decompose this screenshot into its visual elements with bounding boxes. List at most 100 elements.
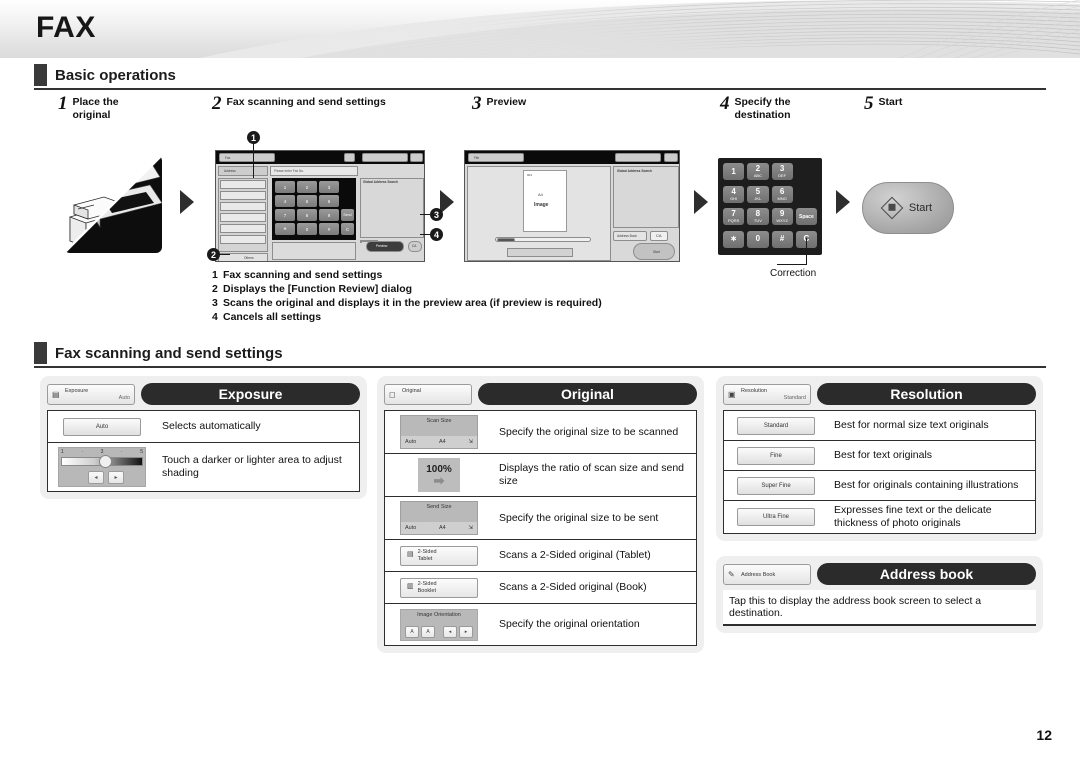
send-size-desc: Specify the original size to be sent bbox=[499, 511, 659, 524]
exposure-slider-knob[interactable] bbox=[99, 455, 112, 468]
keypad-2[interactable]: 2 bbox=[297, 181, 317, 193]
original-key-button[interactable]: ◻ Original bbox=[384, 383, 472, 405]
hw-key-asterisk[interactable]: ∗ bbox=[723, 230, 745, 248]
exposure-lighter-button[interactable]: ◂ bbox=[88, 471, 104, 484]
settings-icon[interactable] bbox=[410, 153, 423, 162]
address-book-key-button[interactable]: ✎ Address Book bbox=[723, 563, 811, 585]
settings-item-exposure[interactable] bbox=[220, 180, 266, 189]
keypad-9[interactable]: 9 bbox=[319, 209, 339, 221]
send-size-left: Auto bbox=[405, 525, 417, 531]
settings-item-job-build[interactable] bbox=[220, 213, 266, 222]
resolution-ultra-fine-widget: Ultra Fine bbox=[724, 508, 828, 526]
image-orientation-tile[interactable]: Image Orientation A A ◂ ▸ bbox=[400, 608, 478, 641]
orientation-portrait-down-button[interactable]: A bbox=[421, 625, 435, 638]
resolution-standard-button[interactable]: Standard bbox=[737, 416, 815, 435]
exposure-darker-button[interactable]: ▸ bbox=[108, 471, 124, 484]
exposure-key-button[interactable]: ▤ Exposure Auto bbox=[47, 383, 135, 405]
exposure-slider[interactable]: 1 · 3 · 5 ◂ ▸ bbox=[58, 447, 146, 487]
hw-key-9[interactable]: 9 WXYZ bbox=[771, 208, 793, 225]
hw-key-8[interactable]: 8 TUV bbox=[747, 208, 769, 225]
table-row: Send Size Auto A4 ⇲ Specify the original… bbox=[385, 497, 696, 540]
resolution-ultra-fine-button[interactable]: Ultra Fine bbox=[737, 508, 815, 526]
orientation-portrait-up-button[interactable]: A bbox=[405, 625, 419, 638]
hw-key-space[interactable]: Space bbox=[795, 208, 817, 225]
send-size-mid: A4 bbox=[438, 525, 446, 531]
page-banner: FAX bbox=[0, 0, 1080, 58]
correction-leader-v bbox=[806, 238, 807, 265]
keypad-clear[interactable]: C bbox=[341, 223, 354, 235]
section-title-fax-settings: Fax scanning and send settings bbox=[55, 345, 283, 362]
two-sided-tablet-button[interactable]: ▤ 2-Sided Tablet bbox=[400, 545, 478, 566]
keypad-hash[interactable]: # bbox=[319, 223, 339, 235]
hw-key-3[interactable]: 3 DEF bbox=[771, 163, 793, 180]
callout-4-leader bbox=[420, 234, 430, 235]
section-rule-fax-settings bbox=[34, 366, 1046, 368]
two-sided-booklet-button[interactable]: ▥ 2-Sided Booklet bbox=[400, 577, 478, 598]
keypad-send[interactable]: Send bbox=[341, 209, 354, 221]
keypad-5[interactable]: 5 bbox=[297, 195, 317, 207]
global-address-search-panel[interactable] bbox=[360, 178, 424, 238]
hw-key-8-sub: TUV bbox=[753, 218, 762, 223]
note-1-text: Fax scanning and send settings bbox=[223, 269, 383, 281]
exposure-tick-3: 3 bbox=[100, 449, 104, 455]
exposure-auto-widget: Auto bbox=[48, 417, 156, 436]
keypad-4[interactable]: 4 bbox=[275, 195, 295, 207]
exposure-tick-1: 1 bbox=[61, 449, 64, 455]
scan-size-tile[interactable]: Scan Size Auto A4 ⇲ bbox=[400, 415, 478, 449]
hw-key-5-main: 5 bbox=[755, 186, 761, 196]
step-label-4: 4 Specify the destination bbox=[720, 94, 791, 121]
ratio-tile[interactable]: 100% ➡ bbox=[418, 458, 460, 492]
send-size-expand-icon[interactable]: ⇲ bbox=[468, 525, 473, 531]
table-row: Standard Best for normal size text origi… bbox=[724, 411, 1035, 441]
keypad-3[interactable]: 3 bbox=[319, 181, 339, 193]
resolution-key-button[interactable]: ▣ Resolution Standard bbox=[723, 383, 811, 405]
hw-key-4[interactable]: 4 GHI bbox=[723, 185, 745, 203]
card-exposure-title: Exposure bbox=[141, 383, 360, 405]
hw-key-1[interactable]: 1 bbox=[723, 163, 745, 180]
preview-page[interactable] bbox=[523, 170, 567, 232]
exposure-key-label: Exposure bbox=[65, 387, 89, 394]
two-sided-tablet-desc: Scans a 2-Sided original (Tablet) bbox=[499, 549, 651, 561]
orientation-landscape-left-button[interactable]: ◂ bbox=[443, 625, 457, 638]
send-size-tile[interactable]: Send Size Auto A4 ⇲ bbox=[400, 501, 478, 535]
settings-item-original[interactable] bbox=[220, 202, 266, 211]
resolution-fine-button[interactable]: Fine bbox=[737, 446, 815, 465]
job-status-button[interactable] bbox=[362, 153, 408, 162]
settings-item-slow-scan[interactable] bbox=[220, 224, 266, 233]
hw-key-0-main: 0 bbox=[755, 234, 761, 243]
scan-size-expand-icon[interactable]: ⇲ bbox=[468, 439, 473, 445]
cancel-all-label: CA bbox=[412, 244, 417, 248]
hw-key-2-main: 2 bbox=[755, 164, 761, 173]
divider bbox=[360, 240, 378, 242]
settings-item-mixed-size[interactable] bbox=[220, 235, 266, 244]
preview-toolbar[interactable] bbox=[507, 248, 573, 257]
hw-key-7[interactable]: 7 PQRS bbox=[723, 208, 745, 225]
hw-key-hash[interactable]: # bbox=[771, 230, 793, 248]
two-sided-booklet-text: 2-Sided Booklet bbox=[418, 581, 437, 594]
hw-key-0[interactable]: 0 bbox=[747, 230, 769, 248]
preview-address-panel[interactable] bbox=[613, 166, 679, 228]
exposure-auto-button[interactable]: Auto bbox=[63, 417, 141, 436]
keypad-0[interactable]: 0 bbox=[297, 223, 317, 235]
keypad-8[interactable]: 8 bbox=[297, 209, 317, 221]
original-icon: ◻ bbox=[389, 389, 396, 399]
hw-key-5[interactable]: 5 JKL bbox=[747, 185, 769, 203]
preview-address-book-label: Address Book bbox=[617, 234, 637, 238]
settings-item-resolution[interactable] bbox=[220, 191, 266, 200]
hw-key-2[interactable]: 2 ABC bbox=[747, 163, 769, 180]
hw-key-6[interactable]: 6 MNO bbox=[771, 185, 793, 203]
keypad-1[interactable]: 1 bbox=[275, 181, 295, 193]
keypad-asterisk[interactable]: ∗ bbox=[275, 223, 295, 235]
resolution-super-fine-button[interactable]: Super Fine bbox=[737, 476, 815, 495]
step-number-2: 2 bbox=[212, 93, 222, 114]
orientation-landscape-right-button[interactable]: ▸ bbox=[459, 625, 473, 638]
preview-zoom-thumb[interactable] bbox=[497, 237, 515, 242]
start-button[interactable]: Start bbox=[862, 182, 954, 234]
callout-1-leader bbox=[253, 144, 254, 178]
preview-settings-icon[interactable] bbox=[664, 153, 678, 162]
keypad-6[interactable]: 6 bbox=[319, 195, 339, 207]
keypad-7[interactable]: 7 bbox=[275, 209, 295, 221]
step-text-2: Fax scanning and send settings bbox=[227, 96, 386, 109]
dropdown-icon[interactable] bbox=[344, 153, 355, 162]
preview-job-status[interactable] bbox=[615, 153, 661, 162]
